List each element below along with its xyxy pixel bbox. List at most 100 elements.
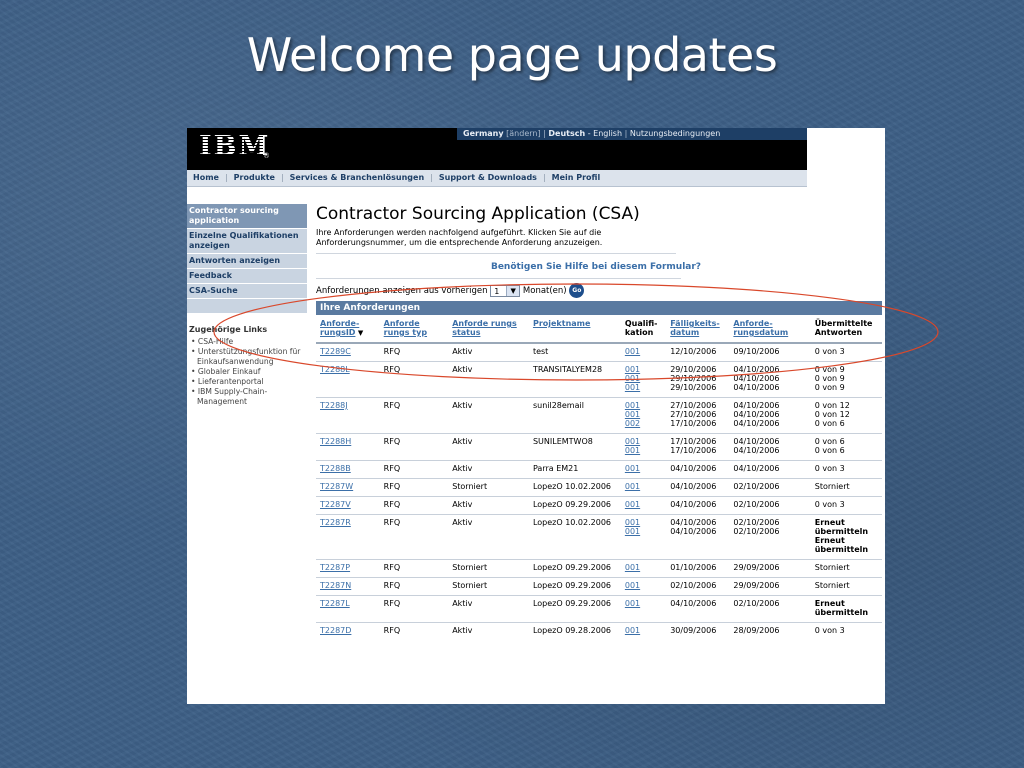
responses-value: 0 von 6: [814, 437, 845, 446]
qualification-link[interactable]: 002: [625, 419, 640, 428]
sidebar-item[interactable]: Feedback: [187, 269, 307, 284]
cell-id: T2288L: [316, 361, 380, 398]
request-id-link[interactable]: T2288H: [320, 437, 351, 446]
sidebar-item[interactable]: Contractor sourcing application: [187, 204, 307, 229]
intro-text: Ihre Anforderungen werden nachfolgend au…: [316, 228, 603, 247]
qualification-link[interactable]: 001: [625, 518, 640, 527]
terms-link[interactable]: Nutzungsbedingungen: [630, 129, 720, 138]
request-id-link[interactable]: T2287R: [320, 518, 351, 527]
sort-desc-icon[interactable]: ▼: [355, 329, 363, 337]
request-date-value: 04/10/2006: [733, 446, 780, 455]
change-country-link[interactable]: [ändern]: [506, 129, 540, 138]
cell-status: Aktiv: [448, 342, 529, 362]
column-header[interactable]: Anforde rungs status: [448, 315, 529, 343]
cell-qual: 001: [620, 622, 667, 640]
language-english-link[interactable]: English: [593, 129, 622, 138]
qualification-line[interactable]: 001: [625, 626, 662, 635]
help-link[interactable]: Benötigen Sie Hilfe bei diesem Formular?: [316, 262, 876, 272]
qualification-line[interactable]: 001: [625, 401, 662, 410]
related-link[interactable]: • Lieferantenportal: [189, 377, 307, 387]
cell-responses: 0 von 3: [810, 622, 882, 640]
column-header-link[interactable]: Anforde rungs typ: [384, 319, 427, 337]
cell-status: Aktiv: [448, 622, 529, 640]
qualification-line[interactable]: 001: [625, 518, 662, 527]
qualification-line[interactable]: 002: [625, 419, 662, 428]
related-link[interactable]: • Unterstützungsfunktion für Einkaufsanw…: [189, 347, 307, 367]
nav-item[interactable]: Home: [187, 173, 225, 182]
qualification-link[interactable]: 001: [625, 482, 640, 491]
related-link[interactable]: • CSA-Hilfe: [189, 337, 307, 347]
qualification-line[interactable]: 001: [625, 365, 662, 374]
qualification-link[interactable]: 001: [625, 527, 640, 536]
qualification-link[interactable]: 001: [625, 347, 640, 356]
sidebar-item[interactable]: Antworten anzeigen: [187, 254, 307, 269]
qualification-line[interactable]: 001: [625, 410, 662, 419]
qualification-link[interactable]: 001: [625, 464, 640, 473]
qualification-line[interactable]: 001: [625, 500, 662, 509]
qualification-link[interactable]: 001: [625, 365, 640, 374]
request-date-value: 02/10/2006: [733, 527, 780, 536]
qualification-link[interactable]: 001: [625, 410, 640, 419]
qualification-line[interactable]: 001: [625, 374, 662, 383]
qualification-line[interactable]: 001: [625, 527, 662, 536]
column-header-link[interactable]: Fälligkeits-datum: [670, 319, 720, 337]
column-header[interactable]: Anforde-rungsdatum: [729, 315, 810, 343]
cell-type: RFQ: [379, 397, 449, 434]
qualification-link[interactable]: 001: [625, 401, 640, 410]
cell-type: RFQ: [379, 577, 449, 596]
qualification-line[interactable]: 001: [625, 464, 662, 473]
qualification-link[interactable]: 001: [625, 374, 640, 383]
related-link[interactable]: • Globaler Einkauf: [189, 367, 307, 377]
column-header[interactable]: Anforde-rungsID ▼: [316, 315, 380, 343]
sidebar-item[interactable]: CSA-Suche: [187, 284, 307, 299]
qualification-link[interactable]: 001: [625, 581, 640, 590]
request-id-link[interactable]: T2288L: [320, 365, 350, 374]
request-id-link[interactable]: T2287N: [320, 581, 351, 590]
related-link[interactable]: • IBM Supply-Chain-Management: [189, 387, 307, 407]
column-header[interactable]: Anforde rungs typ: [380, 315, 449, 343]
request-id-link[interactable]: T2287L: [320, 599, 350, 608]
qualification-link[interactable]: 001: [625, 599, 640, 608]
nav-item[interactable]: Services & Branchenlösungen: [284, 173, 431, 182]
request-id-link[interactable]: T2287P: [320, 563, 350, 572]
qualification-line[interactable]: 001: [625, 581, 662, 590]
table-header: Anforde-rungsID ▼ Anforde rungs typ Anford…: [316, 315, 882, 343]
qualification-link[interactable]: 001: [625, 446, 640, 455]
column-header-link[interactable]: Anforde-rungsID: [320, 319, 359, 337]
nav-item[interactable]: Support & Downloads: [433, 173, 543, 182]
request-id-link[interactable]: T2288J: [320, 401, 348, 410]
months-select[interactable]: 1 ▼: [490, 284, 521, 297]
sidebar-item[interactable]: Einzelne Qualifikationen anzeigen: [187, 229, 307, 254]
qualification-line[interactable]: 001: [625, 599, 662, 608]
qualification-link[interactable]: 001: [625, 437, 640, 446]
column-header[interactable]: Projektname: [529, 315, 621, 343]
column-header-link[interactable]: Anforde rungs status: [452, 319, 517, 337]
cell-type: RFQ: [379, 478, 449, 497]
qualification-line[interactable]: 001: [625, 437, 662, 446]
qualification-link[interactable]: 001: [625, 563, 640, 572]
qualification-link[interactable]: 001: [625, 383, 640, 392]
nav-item[interactable]: Produkte: [228, 173, 281, 182]
filter-prefix: Anforderungen anzeigen aus vorherigen: [316, 286, 488, 296]
column-header-link[interactable]: Anforde-rungsdatum: [733, 319, 788, 337]
request-id-link[interactable]: T2287D: [320, 626, 351, 635]
column-header[interactable]: Fälligkeits-datum: [666, 315, 729, 343]
request-id-link[interactable]: T2289C: [320, 347, 351, 356]
go-button[interactable]: Go: [569, 283, 585, 298]
column-header-link[interactable]: Projektname: [533, 319, 590, 328]
request-id-link[interactable]: T2287W: [320, 482, 353, 491]
nav-item[interactable]: Mein Profil: [546, 173, 607, 182]
qualification-line[interactable]: 001: [625, 482, 662, 491]
qualification-link[interactable]: 001: [625, 500, 640, 509]
qualification-line[interactable]: 001: [625, 347, 662, 356]
chevron-down-icon[interactable]: ▼: [506, 285, 520, 296]
qualification-line[interactable]: 001: [625, 446, 662, 455]
request-id-link[interactable]: T2287V: [320, 500, 351, 509]
cell-responses: 0 von 3: [810, 460, 882, 479]
due-date-value: 02/10/2006: [670, 581, 717, 590]
ibm-logo[interactable]: IBM: [199, 133, 270, 161]
qualification-line[interactable]: 001: [625, 563, 662, 572]
request-id-link[interactable]: T2288B: [320, 464, 351, 473]
qualification-link[interactable]: 001: [625, 626, 640, 635]
qualification-line[interactable]: 001: [625, 383, 662, 392]
